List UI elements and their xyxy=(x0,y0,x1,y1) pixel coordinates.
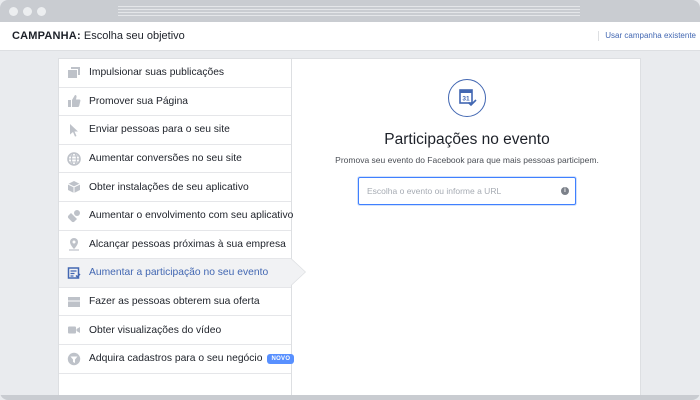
window-close-dot[interactable] xyxy=(9,7,18,16)
cursor-icon xyxy=(67,123,81,137)
info-icon[interactable]: i xyxy=(561,187,569,195)
window-maximize-dot[interactable] xyxy=(37,7,46,16)
menu-item-promote-page[interactable]: Promover sua Página xyxy=(59,88,291,117)
browser-window: CAMPANHA: Escolha seu objetivo Usar camp… xyxy=(0,0,700,400)
menu-item-label: Aumentar o envolvimento com seu aplicati… xyxy=(89,210,294,222)
menu-item-label: Enviar pessoas para o seu site xyxy=(89,124,230,136)
browser-chrome xyxy=(0,0,700,22)
window-minimize-dot[interactable] xyxy=(23,7,32,16)
menu-item-label: Aumentar a participação no seu evento xyxy=(89,267,269,279)
menu-item-event-responses[interactable]: Aumentar a participação no seu evento xyxy=(59,258,306,288)
objective-description: Promova seu evento do Facebook para que … xyxy=(335,155,599,165)
menu-item-label: Promover sua Página xyxy=(89,95,189,107)
menu-item-offer-claims[interactable]: Fazer as pessoas obterem sua oferta xyxy=(59,288,291,317)
menu-item-label: Fazer as pessoas obterem sua oferta xyxy=(89,296,260,308)
thumbs-up-icon xyxy=(67,94,81,108)
address-bar-placeholder xyxy=(118,6,580,17)
svg-text:31: 31 xyxy=(462,96,470,103)
menu-item-app-engagement[interactable]: Aumentar o envolvimento com seu aplicati… xyxy=(59,202,294,231)
page-header: CAMPANHA: Escolha seu objetivo Usar camp… xyxy=(0,22,700,51)
menu-item-boost-posts[interactable]: Impulsionar suas publicações xyxy=(59,59,291,88)
objective-panel: Impulsionar suas publicações Promover su… xyxy=(58,58,641,400)
video-icon xyxy=(67,323,81,337)
page-title-label: CAMPANHA: xyxy=(12,30,81,42)
objective-detail: 31 Participações no evento Promova seu e… xyxy=(293,59,641,400)
new-badge: NOVO xyxy=(267,353,295,364)
menu-item-label: Adquira cadastros para o seu negócio xyxy=(89,353,263,365)
map-pin-icon xyxy=(67,237,81,251)
window-bottom-edge xyxy=(0,395,700,400)
page-title-text: Escolha seu objetivo xyxy=(80,30,185,42)
calendar-icon xyxy=(67,266,81,280)
offer-icon xyxy=(67,295,81,309)
menu-item-video-views[interactable]: Obter visualizações do vídeo xyxy=(59,316,291,345)
menu-item-send-to-site[interactable]: Enviar pessoas para o seu site xyxy=(59,116,291,145)
boost-post-icon xyxy=(67,66,81,80)
menu-item-label: Alcançar pessoas próximas à sua empresa xyxy=(89,238,286,250)
menu-item-label: Aumentar conversões no seu site xyxy=(89,153,242,165)
page-title: CAMPANHA: Escolha seu objetivo xyxy=(12,30,185,42)
gamepad-icon xyxy=(67,209,81,223)
objective-menu: Impulsionar suas publicações Promover su… xyxy=(59,59,306,400)
menu-item-app-installs[interactable]: Obter instalações de seu aplicativo xyxy=(59,173,291,202)
menu-item-label: Obter visualizações do vídeo xyxy=(89,324,222,336)
menu-item-increase-conversions[interactable]: Aumentar conversões no seu site xyxy=(59,145,291,174)
globe-icon xyxy=(67,151,81,166)
menu-item-lead-generation[interactable]: Adquira cadastros para o seu negócio NOV… xyxy=(59,345,295,374)
menu-item-local-reach[interactable]: Alcançar pessoas próximas à sua empresa xyxy=(59,231,291,260)
use-existing-campaign-link[interactable]: Usar campanha existente xyxy=(598,31,696,41)
objective-title: Participações no evento xyxy=(384,131,550,148)
event-url-input[interactable] xyxy=(358,177,576,205)
event-calendar-icon: 31 xyxy=(448,79,486,117)
menu-item-label: Obter instalações de seu aplicativo xyxy=(89,181,249,193)
filter-icon xyxy=(67,352,81,366)
box-icon xyxy=(67,180,81,194)
menu-item-label: Impulsionar suas publicações xyxy=(89,67,225,79)
